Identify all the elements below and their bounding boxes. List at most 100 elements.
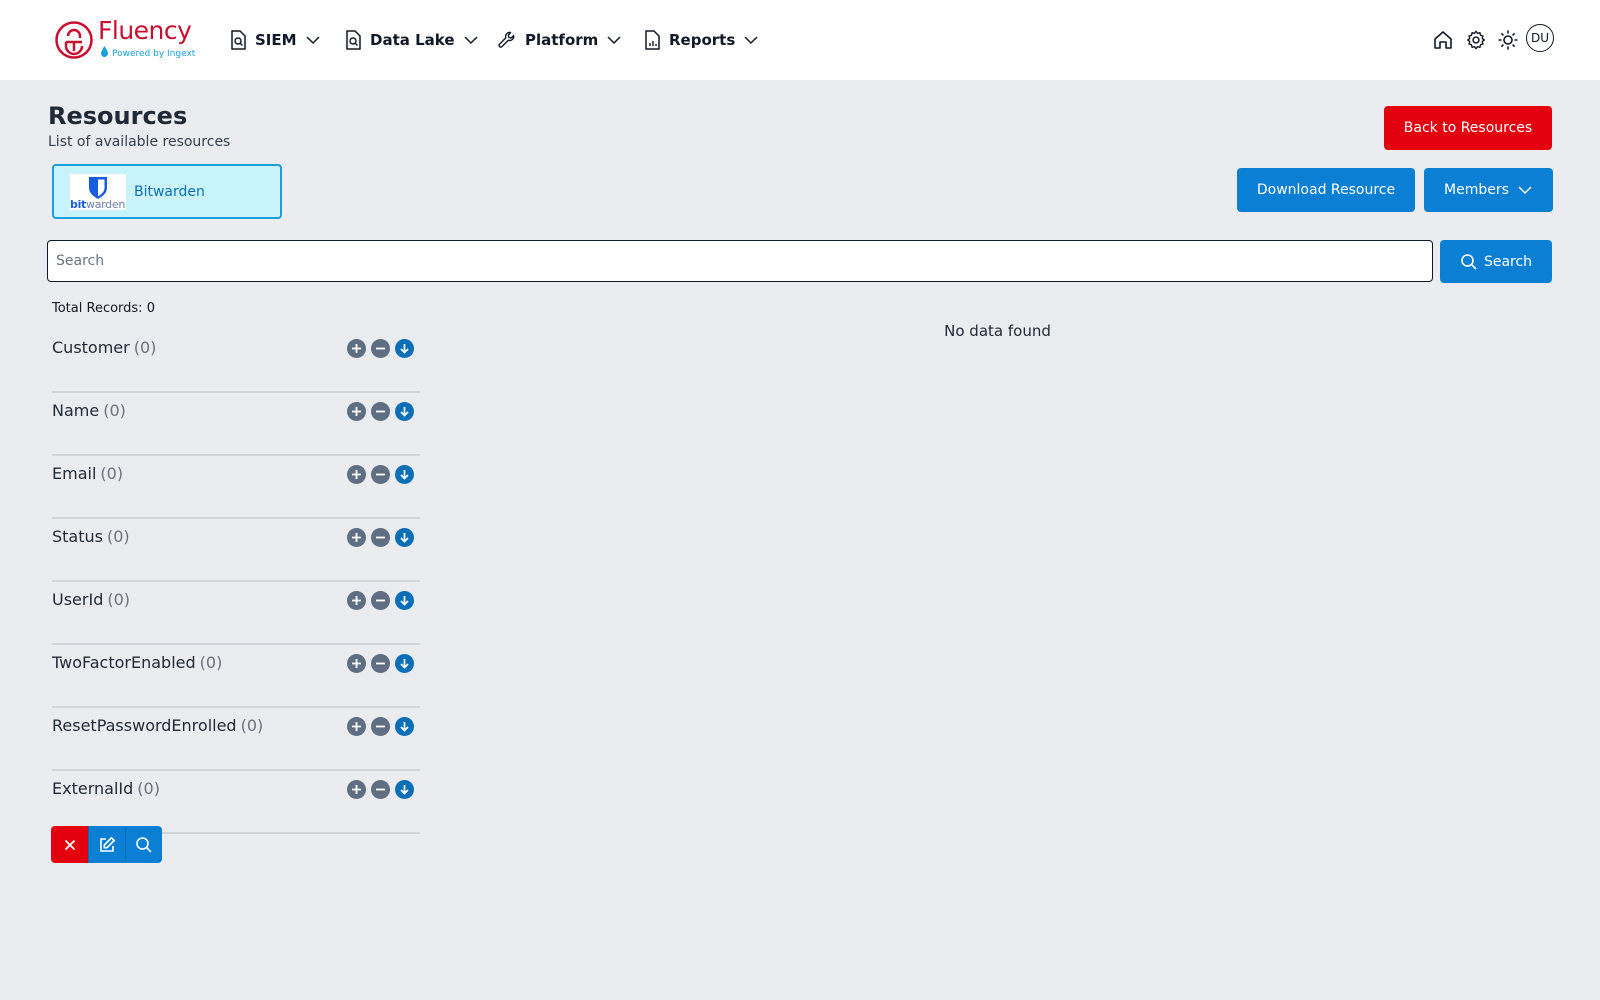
search-input[interactable] <box>47 240 1433 282</box>
include-button[interactable] <box>347 402 366 421</box>
nav-siem[interactable]: SIEM <box>229 26 321 54</box>
facet-count: (0) <box>100 464 124 483</box>
back-to-resources-button[interactable]: Back to Resources <box>1384 106 1552 150</box>
facet-actions <box>347 780 414 799</box>
facet-label: Customer (0) <box>52 338 157 357</box>
settings-button[interactable] <box>1463 27 1489 53</box>
bitwarden-logo: bitwarden <box>70 174 126 211</box>
include-button[interactable] <box>347 528 366 547</box>
facet-actions <box>347 654 414 673</box>
search-icon <box>136 836 152 853</box>
edit-query-button[interactable] <box>88 826 125 863</box>
chevron-down-icon <box>306 36 320 45</box>
exclude-button[interactable] <box>371 465 390 484</box>
clear-filters-button[interactable] <box>51 826 88 863</box>
ingext-drop-icon <box>101 46 108 57</box>
include-button[interactable] <box>347 780 366 799</box>
wrench-icon <box>498 31 515 48</box>
facet-name: Name (0) <box>52 393 420 456</box>
facet-status: Status (0) <box>52 519 420 582</box>
facet-label: ResetPasswordEnrolled (0) <box>52 716 264 735</box>
total-records: Total Records: 0 <box>52 301 155 316</box>
plus-icon <box>352 596 361 605</box>
document-chart-icon <box>645 30 660 50</box>
exclude-button[interactable] <box>371 717 390 736</box>
user-avatar[interactable]: DU <box>1526 24 1554 52</box>
facet-label: UserId (0) <box>52 590 131 609</box>
nav-data-lake[interactable]: Data Lake <box>344 26 479 54</box>
nav-siem-label: SIEM <box>255 31 297 49</box>
expand-button[interactable] <box>395 339 414 358</box>
search-button-label: Search <box>1483 253 1533 270</box>
exclude-button[interactable] <box>371 591 390 610</box>
fluency-logo-icon <box>55 21 93 59</box>
include-button[interactable] <box>347 591 366 610</box>
resource-tile-bitwarden[interactable]: bitwarden Bitwarden <box>52 164 282 219</box>
plus-icon <box>352 785 361 794</box>
exclude-button[interactable] <box>371 780 390 799</box>
chevron-down-icon <box>607 36 621 45</box>
bitwarden-shield-icon <box>89 177 107 199</box>
expand-button[interactable] <box>395 528 414 547</box>
gear-icon <box>1466 30 1486 50</box>
minus-icon <box>376 347 385 350</box>
arrow-down-icon <box>400 785 409 795</box>
expand-button[interactable] <box>395 465 414 484</box>
plus-icon <box>352 470 361 479</box>
include-button[interactable] <box>347 465 366 484</box>
minus-icon <box>376 599 385 602</box>
download-resource-button[interactable]: Download Resource <box>1237 168 1415 212</box>
page-subtitle: List of available resources <box>48 134 231 150</box>
run-search-button[interactable] <box>125 826 162 863</box>
home-button[interactable] <box>1430 27 1456 53</box>
facet-email: Email (0) <box>52 456 420 519</box>
expand-button[interactable] <box>395 717 414 736</box>
exclude-button[interactable] <box>371 654 390 673</box>
facet-userid: UserId (0) <box>52 582 420 645</box>
include-button[interactable] <box>347 654 366 673</box>
plus-icon <box>352 407 361 416</box>
members-label: Members <box>1444 182 1509 198</box>
arrow-down-icon <box>400 596 409 606</box>
exclude-button[interactable] <box>371 339 390 358</box>
include-button[interactable] <box>347 717 366 736</box>
empty-state-message: No data found <box>944 322 1051 340</box>
expand-button[interactable] <box>395 591 414 610</box>
expand-button[interactable] <box>395 780 414 799</box>
plus-icon <box>352 533 361 542</box>
minus-icon <box>376 536 385 539</box>
minus-icon <box>376 788 385 791</box>
nav-reports-label: Reports <box>669 31 736 49</box>
facet-actions <box>347 591 414 610</box>
include-button[interactable] <box>347 339 366 358</box>
nav-reports[interactable]: Reports <box>643 26 759 54</box>
facet-label: Status (0) <box>52 527 130 546</box>
arrow-down-icon <box>400 722 409 732</box>
facet-list: Customer (0) Name (0) Email (0) Status (0) <box>52 330 420 834</box>
facet-customer: Customer (0) <box>52 330 420 393</box>
expand-button[interactable] <box>395 654 414 673</box>
theme-toggle-button[interactable] <box>1495 27 1521 53</box>
facet-label: Name (0) <box>52 401 126 420</box>
exclude-button[interactable] <box>371 402 390 421</box>
search-icon <box>1461 253 1477 270</box>
page-title: Resources <box>48 102 188 130</box>
facet-actions <box>347 339 414 358</box>
plus-icon <box>352 722 361 731</box>
facet-count: (0) <box>137 779 160 798</box>
nav-platform[interactable]: Platform <box>497 26 622 54</box>
facet-count: (0) <box>133 338 157 357</box>
edit-icon <box>100 836 115 852</box>
minus-icon <box>376 473 385 476</box>
search-button[interactable]: Search <box>1440 240 1552 283</box>
minus-icon <box>376 725 385 728</box>
bitwarden-logo-text: bitwarden <box>70 198 126 211</box>
top-navbar: Fluency Powered by Ingext SIEM Data Lake… <box>0 0 1600 80</box>
minus-icon <box>376 662 385 665</box>
exclude-button[interactable] <box>371 528 390 547</box>
fluency-logo[interactable]: Fluency Powered by Ingext <box>54 16 204 62</box>
expand-button[interactable] <box>395 402 414 421</box>
logo-tagline: Powered by Ingext <box>100 46 195 59</box>
logo-wordmark: Fluency <box>98 16 192 45</box>
members-dropdown-button[interactable]: Members <box>1424 168 1553 212</box>
